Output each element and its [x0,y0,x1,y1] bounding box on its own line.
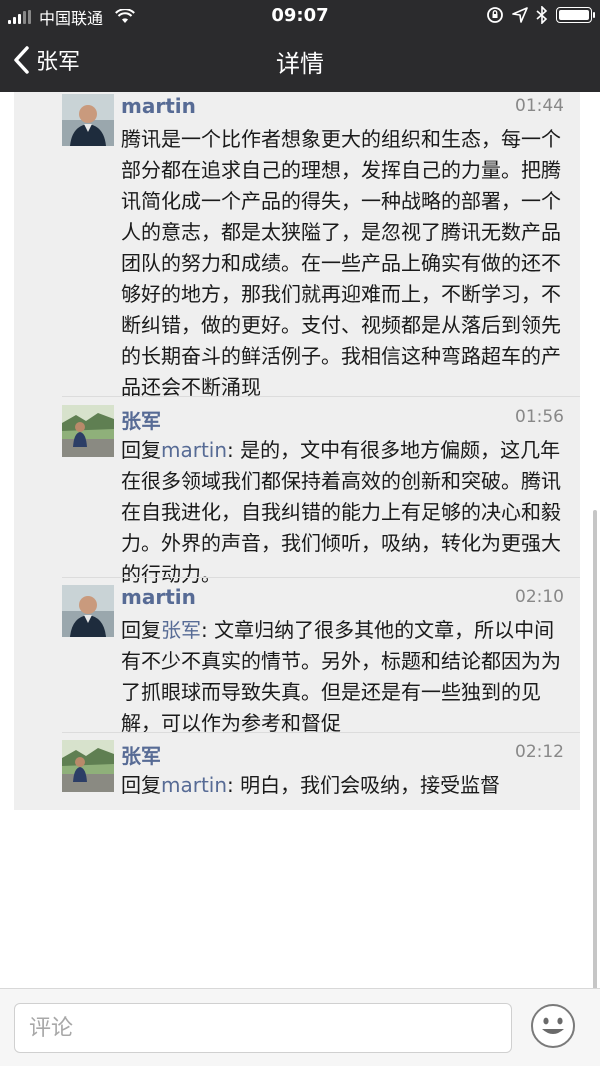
comment-time: 02:12 [515,742,564,762]
battery-icon [556,7,595,23]
status-right [486,6,595,24]
bluetooth-icon [536,6,548,24]
divider [62,396,580,397]
comment-author[interactable]: martin [121,94,196,118]
comment-input-box[interactable] [14,1003,512,1053]
reply-prefix: 回复 [121,618,161,642]
comment-input[interactable] [15,1004,511,1052]
scrollbar[interactable] [593,510,597,990]
comment-item: martin 02:10 回复张军: 文章归纳了很多其他的文章，所以中间有不少不… [14,585,580,735]
comment-author[interactable]: 张军 [121,740,161,769]
comment-text: 腾讯是一个比作者想象更大的组织和生态，每一个部分都在追求自己的理想，发挥自己的力… [121,127,561,399]
reply-target-link[interactable]: 张军 [161,618,201,642]
comment-text: 回复张军: 文章归纳了很多其他的文章，所以中间有不少不真实的情节。另外，标题和结… [121,615,567,739]
avatar[interactable] [62,585,114,637]
reply-target-link[interactable]: martin [161,438,227,462]
divider [62,732,580,733]
rotation-lock-icon [487,7,503,23]
comment-item: martin 01:44 腾讯是一个比作者想象更大的组织和生态，每一个部分都在追… [14,94,580,399]
comment-author[interactable]: martin [121,585,196,609]
comment-item: 张军 01:56 回复martin: 是的，文中有很多地方偏颇，这几年在很多领域… [14,405,580,586]
reply-prefix: 回复 [121,438,161,462]
comment-item: 张军 02:12 回复martin: 明白，我们会吸纳，接受监督 [14,740,580,804]
comment-author[interactable]: 张军 [121,405,161,434]
nav-bar: 张军 详情 [0,30,600,92]
page-title: 详情 [276,50,324,78]
comment-text: 回复martin: 明白，我们会吸纳，接受监督 [121,770,567,801]
comment-time: 01:56 [515,407,564,427]
avatar[interactable] [62,405,114,457]
status-bar: 中国联通 09:07 [0,0,600,30]
reply-body: : 明白，我们会吸纳，接受监督 [227,773,501,797]
location-icon [512,7,528,23]
reply-target-link[interactable]: martin [161,773,227,797]
comment-list: martin 01:44 腾讯是一个比作者想象更大的组织和生态，每一个部分都在追… [14,92,580,810]
comment-time: 01:44 [515,96,564,116]
emoji-icon[interactable] [530,1003,576,1049]
reply-prefix: 回复 [121,773,161,797]
comment-time: 02:10 [515,587,564,607]
avatar[interactable] [62,740,114,792]
comment-input-bar [0,988,600,1066]
divider [62,577,580,578]
avatar[interactable] [62,94,114,146]
comment-text: 回复martin: 是的，文中有很多地方偏颇，这几年在很多领域我们都保持着高效的… [121,435,567,590]
